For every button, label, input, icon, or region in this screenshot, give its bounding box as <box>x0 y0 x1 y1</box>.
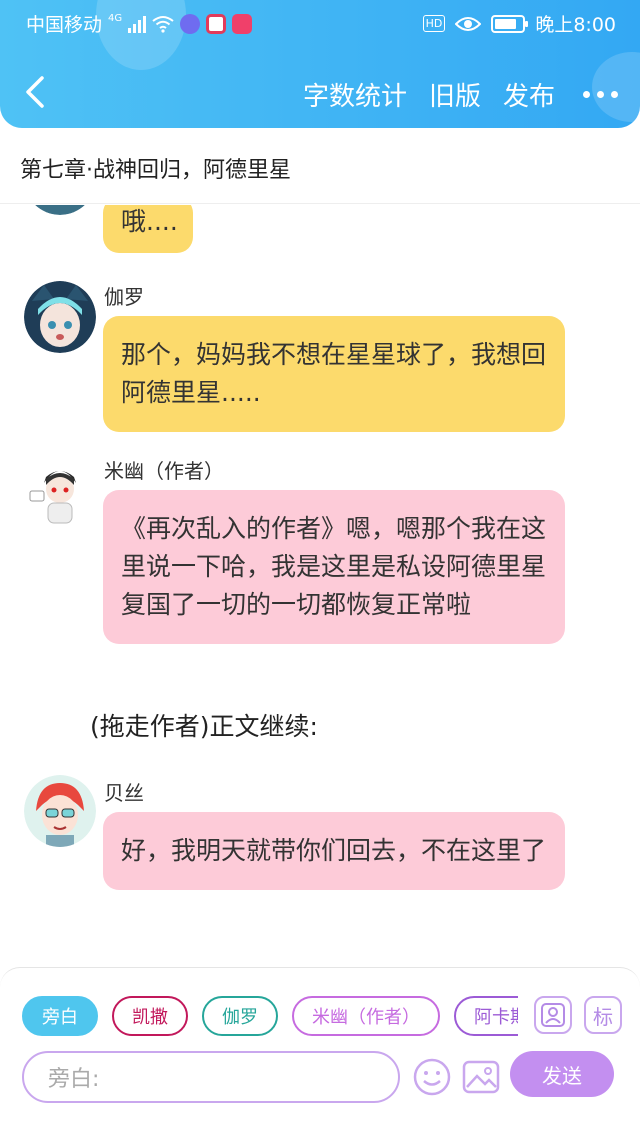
chapter-title[interactable]: 第七章·战神回归，阿德里星 <box>0 132 640 204</box>
person-card-icon[interactable] <box>534 996 572 1034</box>
music-app-icon <box>180 13 201 34</box>
role-chips[interactable]: 旁白凯撒伽罗米幽（作者） 阿卡斯 <box>22 996 518 1038</box>
role-chip[interactable]: 米幽（作者） <box>292 996 440 1036</box>
role-chip[interactable]: 阿卡斯 <box>454 996 518 1036</box>
message-bubble[interactable]: 那个，妈妈我不想在星星球了，我想回阿德里星..... <box>103 316 565 432</box>
word-count-button[interactable]: 字数统计 <box>303 76 407 113</box>
narration-text[interactable]: (拖走作者)正文继续: <box>90 707 318 743</box>
signal-icon <box>128 15 147 33</box>
smiley-icon[interactable] <box>412 1057 452 1097</box>
image-icon[interactable] <box>461 1057 501 1097</box>
avatar-miyou-author[interactable] <box>24 455 96 527</box>
composer-panel: 旁白凯撒伽罗米幽（作者） 阿卡斯 标 旁白: 发送 <box>0 967 640 1138</box>
battery-fill <box>495 18 517 29</box>
speaker-name: 贝丝 <box>104 781 144 805</box>
chat-area[interactable]: 哦.... 伽罗 那个，妈妈我不想在星星球了，我想回阿德里星..... 米幽（作… <box>0 205 640 965</box>
send-button[interactable]: 发送 <box>510 1051 614 1097</box>
heart-app-icon <box>232 13 253 34</box>
eye-icon <box>455 16 482 31</box>
role-chip[interactable]: 凯撒 <box>112 996 188 1036</box>
role-chip[interactable]: 旁白 <box>22 996 98 1036</box>
top-header: 中国移动 4G HD 晚上8:00 字数统计 旧版 发布 <box>0 0 640 128</box>
battery-icon <box>491 14 529 33</box>
message-bubble[interactable]: 哦.... <box>103 205 193 253</box>
status-right: HD 晚上8:00 <box>422 10 616 37</box>
nav-bar: 字数统计 旧版 发布 <box>0 62 640 124</box>
message-bubble[interactable]: 好，我明天就带你们回去，不在这里了 <box>103 812 565 890</box>
hd-badge: HD <box>422 15 446 32</box>
avatar-cutoff[interactable] <box>24 205 96 215</box>
narration-input[interactable]: 旁白: <box>22 1051 400 1103</box>
avatar-jialuo[interactable] <box>24 281 96 353</box>
nav-actions: 字数统计 旧版 发布 <box>303 76 618 113</box>
status-bar: 中国移动 4G HD 晚上8:00 <box>0 0 640 44</box>
old-version-button[interactable]: 旧版 <box>429 76 481 113</box>
chevron-left-icon[interactable] <box>18 72 54 112</box>
status-left: 中国移动 4G <box>26 10 253 37</box>
more-dots-icon[interactable] <box>583 91 618 98</box>
speaker-name: 伽罗 <box>104 285 144 309</box>
publish-button[interactable]: 发布 <box>503 76 555 113</box>
message-bubble[interactable]: 《再次乱入的作者》嗯，嗯那个我在这里说一下哈，我是这里是私设阿德里星复国了一切的… <box>103 490 565 644</box>
speaker-name: 米幽（作者） <box>104 459 224 483</box>
avatar-beisi[interactable] <box>24 775 96 847</box>
clock: 晚上8:00 <box>535 14 616 36</box>
carrier-label: 中国移动 <box>26 14 103 36</box>
app-notification-icon <box>206 13 227 34</box>
role-chip[interactable]: 伽罗 <box>202 996 278 1036</box>
tag-button[interactable]: 标 <box>584 996 622 1034</box>
wifi-icon <box>152 15 174 33</box>
network-type: 4G <box>108 13 123 24</box>
